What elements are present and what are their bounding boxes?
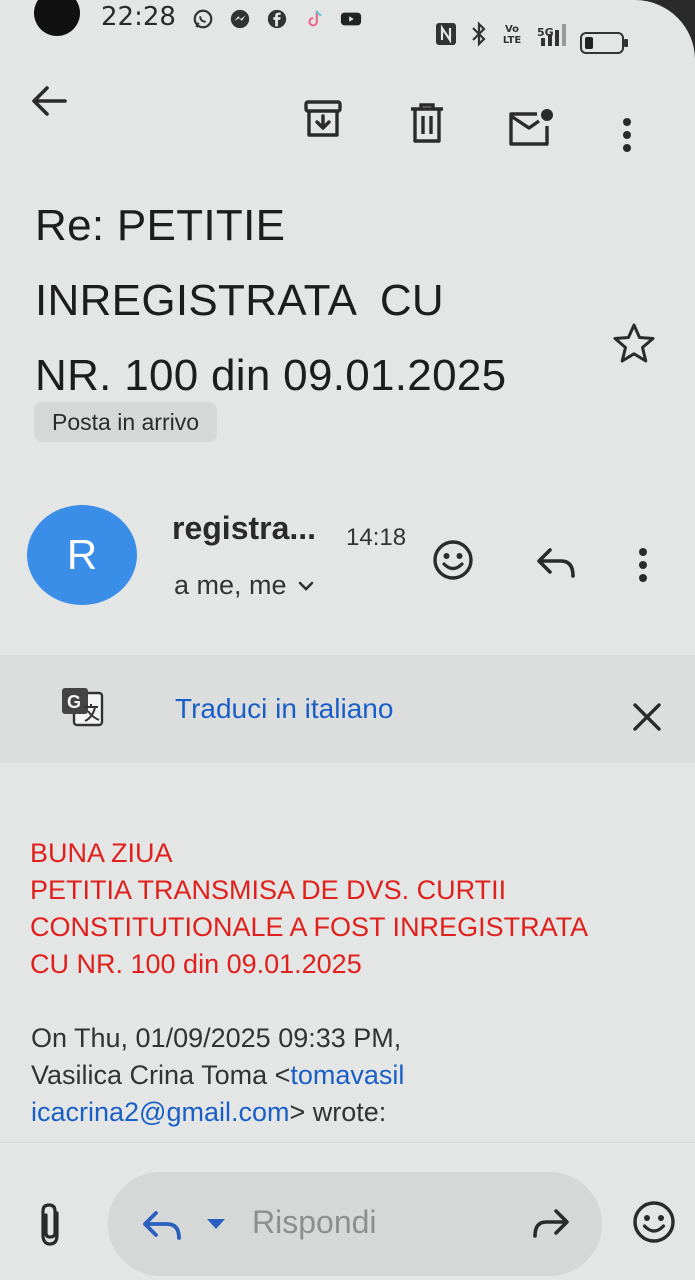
reply-mode-button[interactable] [136,1204,188,1246]
recipients-toggle[interactable]: a me, me [174,570,315,601]
caret-down-icon [207,1219,225,1229]
star-icon [613,323,655,363]
reply-input-placeholder[interactable]: Rispondi [252,1204,377,1241]
recipients-text: a me, me [174,570,287,600]
back-button[interactable] [22,74,76,128]
reply-mode-dropdown[interactable] [202,1212,230,1236]
mail-unread-icon [509,109,553,146]
quote-date-line: On Thu, 01/09/2025 09:33 PM, [31,1023,402,1053]
bluetooth-icon [472,21,486,47]
star-button[interactable] [612,322,656,368]
archive-icon [304,100,342,137]
facebook-icon [267,9,287,29]
messenger-icon [230,9,250,29]
status-time: 22:28 [101,2,176,32]
quote-sender-name: Vasilica Crina Toma < [31,1060,291,1090]
signal-icon [541,24,566,46]
reply-icon [537,548,575,578]
body-line-1: BUNA ZIUA [30,838,173,868]
quoted-header: On Thu, 01/09/2025 09:33 PM, Vasilica Cr… [31,1020,671,1131]
forward-icon [533,1209,569,1238]
reply-button[interactable] [530,540,582,586]
quote-email-link-end[interactable]: icacrina2@gmail.com [31,1097,290,1127]
arrow-left-icon [32,86,67,116]
nfc-icon [436,23,456,45]
react-emoji-button[interactable] [428,535,478,585]
sender-name[interactable]: registra... [172,510,316,547]
translate-logo: G [56,684,108,730]
more-vert-icon [623,118,631,152]
battery-level [585,37,593,49]
email-subject: Re: PETITIE INREGISTRATA CU NR. 100 din … [35,188,595,413]
tiktok-icon [308,10,322,27]
compose-emoji-button[interactable] [628,1196,680,1248]
body-line-3: CONSTITUTIONALE A FOST INREGISTRATA [30,912,589,942]
volte-indicator: Vo LTE [502,24,522,46]
quote-email-link-start[interactable]: tomavasil [290,1060,404,1090]
quote-email-line: icacrina2@gmail.com> wrote: [31,1094,671,1131]
paperclip-icon [41,1203,59,1246]
subject-line-1: Re: PETITIE [35,201,286,250]
message-more-button[interactable] [622,540,664,590]
inbox-label-chip[interactable]: Posta in arrivo [34,402,218,442]
attach-button[interactable] [28,1198,72,1252]
sender-time: 14:18 [346,524,407,551]
translate-link[interactable]: Traduci in italiano [175,693,393,725]
chevron-down-icon [298,581,313,591]
battery-icon [580,32,628,54]
archive-button[interactable] [296,92,350,146]
smiley-icon [433,540,473,580]
body-line-4: CU NR. 100 din 09.01.2025 [30,949,362,979]
quote-sender-line: Vasilica Crina Toma <tomavasil [31,1057,671,1094]
body-line-2: PETITIA TRANSMISA DE DVS. CURTII [30,875,507,905]
smiley-icon [633,1201,675,1243]
subject-line-2: INREGISTRATA CU [35,276,444,325]
translate-close-button[interactable] [624,694,670,740]
camera-cutout [34,0,80,36]
more-vert-icon [639,548,647,582]
forward-button[interactable] [526,1202,576,1244]
email-body: BUNA ZIUA PETITIA TRANSMISA DE DVS. CURT… [30,835,670,983]
phone-screen: 22:28 Vo LTE 5G Re: PETITIE INREGISTRATA… [0,0,695,1280]
trash-icon [411,103,443,143]
quote-suffix: > wrote: [289,1097,387,1127]
svg-text:G: G [67,692,81,712]
mark-unread-button[interactable] [502,100,560,154]
reply-icon [143,1211,181,1240]
delete-button[interactable] [400,96,454,150]
whatsapp-icon [193,9,213,29]
more-options-button[interactable] [606,110,648,160]
status-bar: 22:28 Vo LTE 5G [0,0,695,54]
youtube-icon [340,12,362,26]
avatar[interactable]: R [27,505,137,605]
close-icon [633,703,661,731]
google-translate-icon: G [62,688,104,727]
